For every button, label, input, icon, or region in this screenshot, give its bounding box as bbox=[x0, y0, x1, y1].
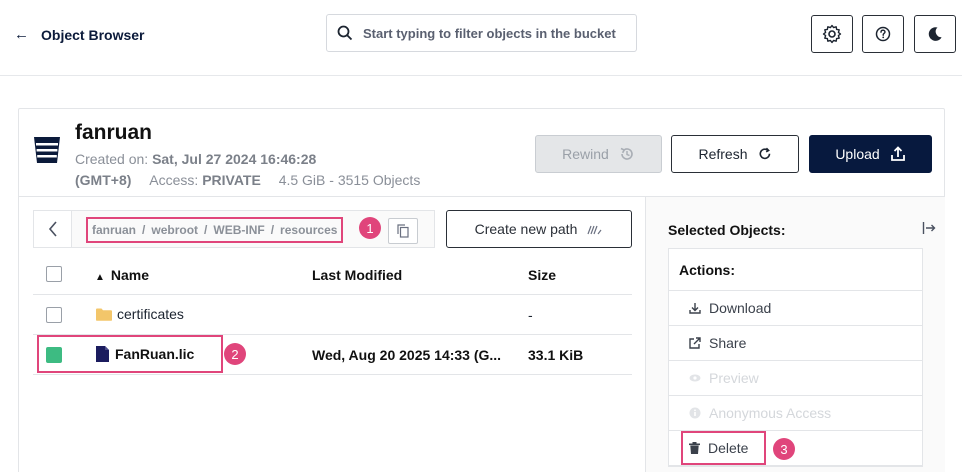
created-label: Created on: bbox=[75, 151, 149, 167]
bucket-header: fanruan Created on: Sat, Jul 27 2024 16:… bbox=[19, 109, 944, 197]
action-preview: Preview bbox=[669, 361, 922, 396]
annotation-badge-2: 2 bbox=[224, 343, 246, 365]
row-highlight-box bbox=[37, 335, 223, 373]
table-row[interactable]: certificates - bbox=[33, 295, 632, 335]
breadcrumb: fanruan / webroot / WEB-INF / resources bbox=[86, 217, 344, 243]
copy-path-button[interactable] bbox=[388, 218, 418, 244]
breadcrumb-separator: / bbox=[204, 223, 208, 237]
search-input[interactable] bbox=[363, 25, 623, 41]
breadcrumb-item[interactable]: WEB-INF bbox=[213, 223, 264, 237]
upload-button[interactable]: Upload bbox=[809, 135, 932, 173]
panel-title: Selected Objects: bbox=[668, 222, 786, 238]
upload-icon bbox=[890, 146, 905, 161]
breadcrumb-item[interactable]: fanruan bbox=[92, 223, 136, 237]
rewind-icon bbox=[620, 147, 633, 160]
folder-icon bbox=[96, 308, 112, 321]
create-new-path-button[interactable]: Create new path bbox=[446, 210, 632, 248]
row-name: certificates bbox=[117, 306, 184, 322]
row-name-cell: certificates bbox=[96, 306, 184, 322]
collapse-panel-icon bbox=[922, 222, 936, 234]
search-box[interactable] bbox=[326, 14, 637, 52]
settings-icon bbox=[822, 24, 842, 44]
rewind-label: Rewind bbox=[562, 146, 609, 162]
delete-highlight-box bbox=[681, 431, 766, 465]
bucket-meta: (GMT+8) Access: PRIVATE 4.5 GiB - 3515 O… bbox=[75, 172, 420, 188]
upload-label: Upload bbox=[835, 146, 880, 162]
bucket-name: fanruan bbox=[75, 121, 153, 144]
action-anonymous-access: Anonymous Access bbox=[669, 396, 922, 431]
breadcrumb-back-button[interactable] bbox=[34, 211, 72, 247]
action-label: Share bbox=[709, 335, 747, 351]
action-share[interactable]: Share bbox=[669, 326, 922, 361]
close-panel-button[interactable] bbox=[922, 221, 936, 240]
action-label: Download bbox=[709, 300, 772, 316]
breadcrumb-item[interactable]: webroot bbox=[151, 223, 198, 237]
column-size[interactable]: Size bbox=[528, 267, 556, 283]
column-last-modified[interactable]: Last Modified bbox=[312, 267, 402, 283]
chevron-left-icon bbox=[48, 221, 57, 237]
download-icon bbox=[689, 303, 701, 314]
access-label: Access: bbox=[149, 172, 199, 188]
top-bar: ← Object Browser bbox=[0, 0, 962, 76]
anonymous-access-icon bbox=[689, 407, 701, 419]
help-icon bbox=[875, 26, 891, 42]
action-label: Preview bbox=[709, 370, 759, 386]
actions-header: Actions: bbox=[669, 249, 922, 291]
eye-icon bbox=[689, 374, 701, 382]
bucket-card: fanruan Created on: Sat, Jul 27 2024 16:… bbox=[18, 108, 945, 472]
bucket-usage: 4.5 GiB - 3515 Objects bbox=[278, 172, 421, 188]
row-size: 33.1 KiB bbox=[528, 347, 584, 363]
breadcrumb-item[interactable]: resources bbox=[280, 223, 337, 237]
table-header: ▲ Name Last Modified Size bbox=[33, 255, 632, 295]
refresh-icon bbox=[759, 147, 770, 160]
access-value: PRIVATE bbox=[202, 172, 261, 188]
row-size: - bbox=[528, 307, 533, 323]
back-label: Object Browser bbox=[41, 26, 145, 43]
dark-mode-button[interactable] bbox=[914, 15, 956, 53]
refresh-button[interactable]: Refresh bbox=[671, 135, 799, 173]
dark-mode-icon bbox=[928, 27, 942, 41]
settings-button[interactable] bbox=[811, 15, 853, 53]
sort-up-icon: ▲ bbox=[95, 272, 105, 283]
annotation-badge-1: 1 bbox=[359, 217, 381, 239]
row-modified: Wed, Aug 20 2025 14:33 (G... bbox=[312, 347, 502, 363]
created-value: Sat, Jul 27 2024 16:46:28 bbox=[152, 151, 317, 167]
share-icon bbox=[689, 337, 701, 349]
column-name: Name bbox=[110, 267, 150, 283]
timezone: (GMT+8) bbox=[75, 172, 132, 188]
back-to-object-browser[interactable]: ← Object Browser bbox=[14, 26, 144, 43]
sort-by-name[interactable]: ▲ Name bbox=[95, 267, 149, 283]
rewind-button[interactable]: Rewind bbox=[535, 135, 662, 173]
breadcrumb-separator: / bbox=[142, 223, 146, 237]
search-icon bbox=[337, 25, 353, 41]
copy-icon bbox=[397, 224, 409, 238]
action-label: Anonymous Access bbox=[709, 405, 832, 421]
help-button[interactable] bbox=[862, 15, 904, 53]
new-path-icon bbox=[587, 225, 602, 235]
refresh-label: Refresh bbox=[698, 146, 748, 162]
arrow-left-icon: ← bbox=[14, 26, 29, 43]
select-all-checkbox[interactable] bbox=[46, 266, 62, 282]
create-path-label: Create new path bbox=[474, 221, 578, 237]
row-checkbox[interactable] bbox=[46, 307, 62, 323]
annotation-badge-3: 3 bbox=[773, 438, 795, 460]
bucket-icon bbox=[34, 137, 60, 163]
action-download[interactable]: Download bbox=[669, 291, 922, 326]
breadcrumb-separator: / bbox=[270, 223, 275, 237]
bucket-created: Created on: Sat, Jul 27 2024 16:46:28 bbox=[75, 151, 316, 167]
